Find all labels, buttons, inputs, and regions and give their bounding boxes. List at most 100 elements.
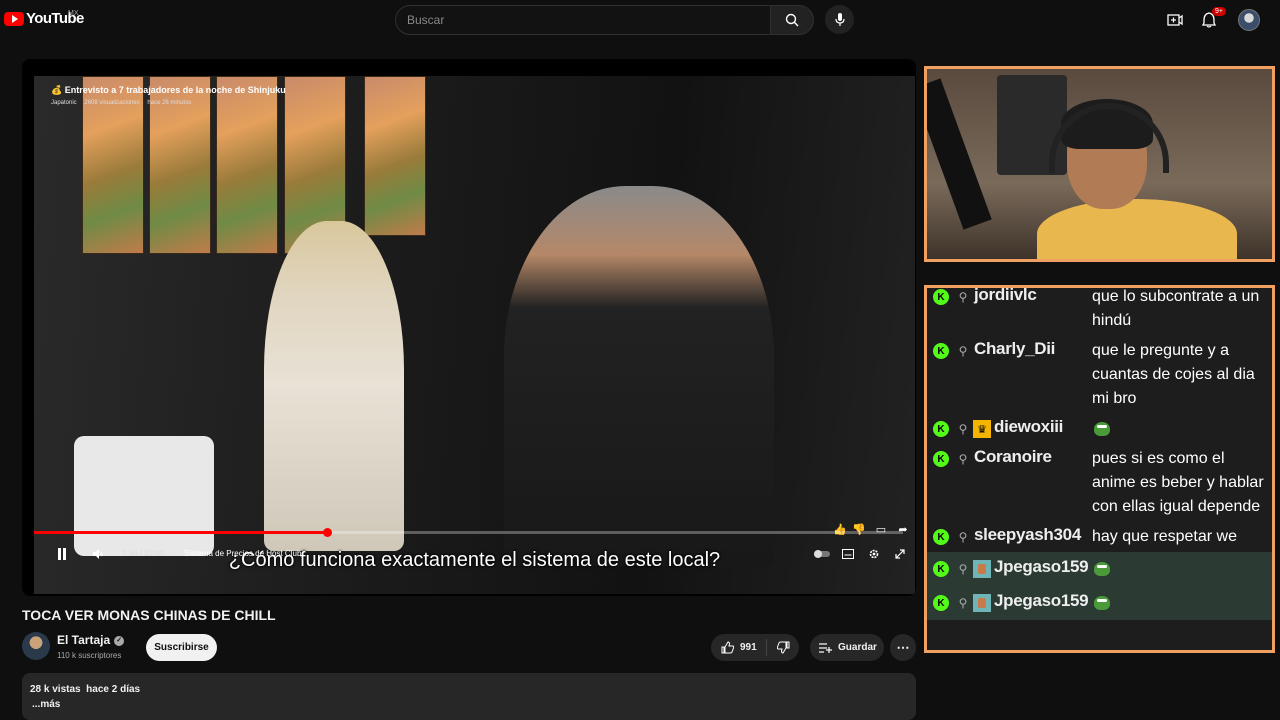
microphone-icon: [834, 12, 845, 26]
chat-message: K ⚲ Jpegaso159: [927, 552, 1272, 586]
like-overlay-icon[interactable]: 👍: [832, 521, 848, 537]
pause-icon: [58, 548, 66, 560]
verified-icon: ✓: [114, 635, 125, 646]
share-overlay-icon[interactable]: ➦: [895, 521, 911, 537]
channel-name[interactable]: El Tartaja ✓: [57, 633, 125, 647]
exit-fullscreen-button[interactable]: [890, 544, 910, 564]
video-title: TOCA VER MONAS CHINAS DE CHILL: [22, 607, 276, 623]
chat-message: K ⚲ Charly_Dii que le pregunte y a cuantas …: [927, 336, 1272, 414]
progress-scrubber[interactable]: [322, 528, 332, 537]
chat-message-text: [1094, 557, 1266, 581]
user-icon: ⚲: [958, 422, 968, 436]
progress-bar[interactable]: [34, 528, 903, 537]
create-button[interactable]: [1165, 10, 1185, 30]
more-icon: ⋯: [896, 639, 910, 655]
chat-message-text: [1094, 417, 1266, 441]
chat-username[interactable]: sleepyash304: [974, 525, 1092, 549]
description-box[interactable]: 28 k vistas hace 2 días ...más: [22, 673, 916, 720]
search-icon: [785, 13, 799, 27]
guest-blonde: [264, 221, 404, 551]
search-button[interactable]: [770, 5, 814, 35]
subtitle-caption: ¿Cómo funciona exactamente el sistema de…: [228, 549, 721, 571]
upload-date: hace 2 días: [86, 684, 141, 695]
streamer-shirt: [1037, 199, 1237, 259]
autoplay-toggle[interactable]: [812, 544, 832, 564]
embedded-title-text: Entrevisto a 7 trabajadores de la noche …: [64, 85, 286, 95]
collapse-icon: [895, 549, 905, 559]
pepe-emote-icon: [1094, 421, 1110, 436]
chat-text: pues si es como el anime es beber y habl…: [1092, 450, 1264, 515]
region-label: MX: [68, 10, 79, 17]
chat-username[interactable]: jordiivlc: [974, 288, 1092, 333]
show-more-link[interactable]: ...más: [32, 699, 60, 710]
create-video-icon: [1167, 14, 1183, 26]
dislike-button[interactable]: [767, 641, 799, 654]
chat-message-text: [1094, 591, 1266, 615]
progress-played: [34, 531, 327, 534]
chat-username[interactable]: Coranoire: [974, 447, 1092, 519]
time-display: 7:34 / 22:49: [122, 549, 165, 558]
user-icon: ⚲: [958, 452, 968, 466]
embedded-views: 2608 visualizaciones: [84, 100, 140, 106]
notification-count-badge: 9+: [1212, 7, 1226, 16]
dislike-overlay-icon[interactable]: 👎: [851, 521, 867, 537]
chat-message-text: que lo subcontrate a un hindú: [1092, 288, 1266, 333]
captions-button[interactable]: [838, 544, 858, 564]
volume-button[interactable]: [88, 544, 108, 564]
chat-text: que lo subcontrate a un hindú: [1092, 288, 1260, 329]
like-button[interactable]: 991: [711, 639, 767, 656]
chat-username[interactable]: Jpegaso159: [994, 557, 1094, 581]
embedded-video-title[interactable]: 💰 Entrevisto a 7 trabajadores de la noch…: [51, 85, 286, 96]
subscriber-badge-icon: [973, 594, 991, 612]
chat-message: K ⚲ sleepyash304 hay que respetar we: [927, 522, 1272, 552]
more-actions-button[interactable]: ⋯: [890, 634, 916, 661]
save-button[interactable]: Guardar: [810, 634, 884, 661]
chat-message-text: que le pregunte y a cuantas de cojes al …: [1092, 339, 1266, 411]
captions-icon: [842, 549, 854, 559]
description-meta: 28 k vistas hace 2 días: [30, 684, 140, 695]
search-input[interactable]: [396, 6, 770, 34]
view-count: 28 k vistas: [30, 684, 81, 695]
chapter-title[interactable]: Sistema de Precios de Host Club: [184, 549, 301, 558]
account-avatar[interactable]: [1238, 9, 1260, 31]
chat-username[interactable]: Charly_Dii: [974, 339, 1092, 411]
notifications-button[interactable]: 9+: [1199, 7, 1226, 30]
chat-text: hay que respetar we: [1092, 528, 1237, 545]
chat-username[interactable]: Jpegaso159: [994, 591, 1094, 615]
embedded-time: hace 26 minutos: [147, 100, 192, 106]
save-label: Guardar: [838, 642, 877, 653]
painting-panel: [216, 76, 278, 254]
bag-icon: 💰: [51, 85, 63, 95]
host-patterned-shirt: [504, 186, 774, 566]
user-icon: ⚲: [958, 562, 968, 576]
user-icon: ⚲: [958, 344, 968, 358]
voice-search-button[interactable]: [825, 5, 854, 34]
kick-badge-icon: K: [933, 289, 949, 305]
like-dislike-group: 991: [711, 634, 799, 661]
settings-button[interactable]: [864, 544, 884, 564]
microphone-arm: [927, 78, 992, 230]
painting-panel: [364, 76, 426, 236]
chat-message-list: K ⚲ jordiivlc que lo subcontrate a un hindú…: [927, 288, 1272, 620]
chat-message-text: hay que respetar we: [1092, 525, 1266, 549]
chat-message: K ⚲ jordiivlc que lo subcontrate a un hindú: [927, 288, 1272, 336]
top-bar: YouTube MX 9+: [0, 0, 1280, 42]
live-chat: K ⚲ jordiivlc que lo subcontrate a un hindú…: [924, 285, 1275, 653]
toggle-icon: [814, 550, 830, 558]
video-frame[interactable]: 💰 Entrevisto a 7 trabajadores de la noch…: [34, 76, 915, 594]
chat-username[interactable]: diewoxiii: [994, 417, 1094, 441]
comment-overlay-icon[interactable]: ▭: [873, 521, 889, 537]
video-player[interactable]: 💰 Entrevisto a 7 trabajadores de la noch…: [22, 59, 916, 596]
streamer-webcam: [924, 66, 1275, 262]
channel-name-text: El Tartaja: [57, 633, 111, 647]
embedded-channel: Japatonic: [51, 100, 77, 106]
kick-badge-icon: K: [933, 343, 949, 359]
pause-button[interactable]: [52, 544, 72, 564]
chat-message-text: pues si es como el anime es beber y habl…: [1092, 447, 1266, 519]
gear-icon: [869, 549, 879, 559]
pepe-emote-icon: [1094, 595, 1110, 610]
subscribe-button[interactable]: Suscribirse: [146, 634, 217, 661]
channel-avatar[interactable]: [22, 632, 50, 660]
kick-badge-icon: K: [933, 451, 949, 467]
user-icon: ⚲: [958, 596, 968, 610]
